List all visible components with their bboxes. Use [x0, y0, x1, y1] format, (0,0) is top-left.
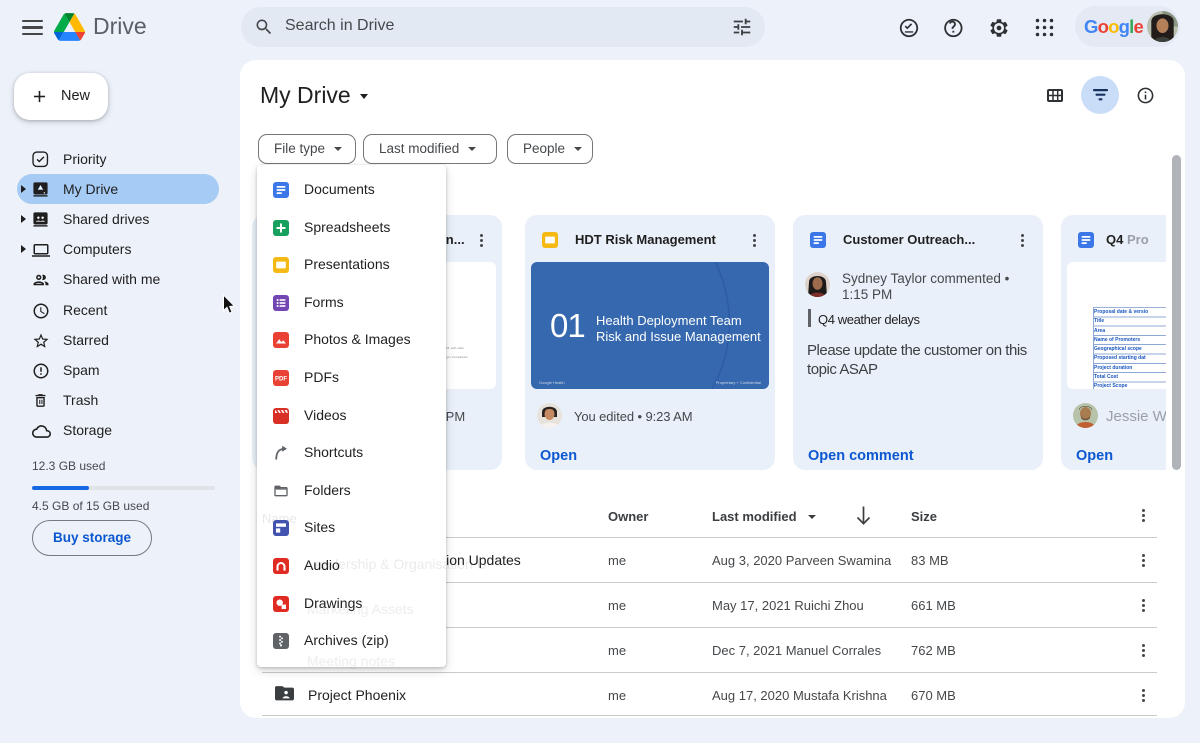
svg-text:PDF: PDF [275, 377, 287, 383]
